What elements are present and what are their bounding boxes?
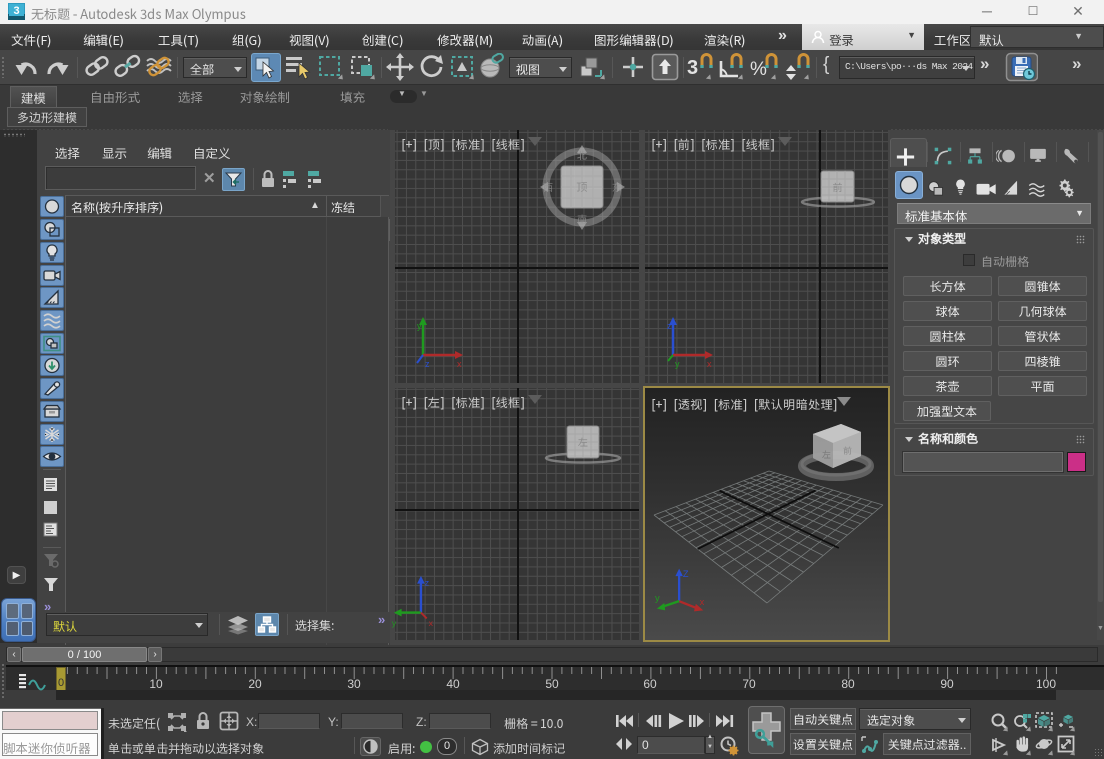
svg-text:西: 西	[543, 179, 553, 194]
svg-text:3: 3	[13, 5, 19, 17]
svg-text:北: 北	[577, 147, 587, 162]
svg-text:前: 前	[833, 179, 843, 194]
svg-text:y: y	[392, 618, 397, 628]
svg-text:左: 左	[578, 434, 588, 449]
svg-text:z: z	[425, 359, 430, 369]
svg-text:顶: 顶	[577, 179, 588, 195]
svg-text:%: %	[750, 59, 767, 80]
svg-text:z: z	[425, 578, 429, 588]
svg-text:左: 左	[821, 448, 831, 461]
svg-text:x: x	[457, 359, 462, 369]
svg-text:东: 东	[612, 179, 622, 194]
svg-text:z: z	[667, 321, 672, 331]
svg-text:3: 3	[687, 57, 698, 79]
svg-text:x: x	[700, 597, 705, 607]
svg-text:y: y	[675, 359, 680, 369]
svg-text:x: x	[429, 618, 434, 628]
svg-text:前: 前	[843, 444, 852, 457]
svg-text:x: x	[707, 359, 712, 369]
svg-text:y: y	[417, 321, 422, 331]
svg-text:y: y	[655, 593, 660, 603]
svg-text:南: 南	[577, 211, 587, 226]
svg-text:Z: Z	[683, 569, 689, 579]
